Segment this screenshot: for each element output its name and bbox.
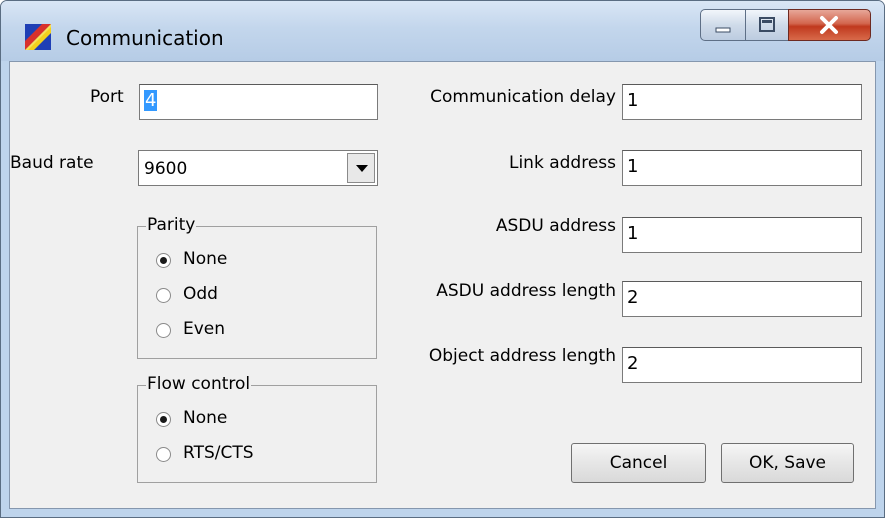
flow-control-legend: Flow control <box>146 374 252 394</box>
flow-rts-cts-radio[interactable]: RTS/CTS <box>156 443 356 469</box>
port-label: Port <box>90 87 124 107</box>
asdu-address-length-label: ASDU address length <box>436 281 616 301</box>
asdu-address-input[interactable]: 1 <box>622 217 862 253</box>
minimize-button[interactable] <box>700 9 746 41</box>
object-address-length-label: Object address length <box>428 346 616 366</box>
flow-rts-cts-label: RTS/CTS <box>183 443 254 463</box>
object-address-length-input[interactable]: 2 <box>622 347 862 383</box>
baud-rate-label: Baud rate <box>10 153 94 173</box>
parity-none-radio[interactable]: None <box>156 249 356 275</box>
parity-even-radio[interactable]: Even <box>156 319 356 345</box>
port-input[interactable]: 4 <box>139 84 378 120</box>
app-icon <box>25 24 51 50</box>
asdu-address-length-input[interactable]: 2 <box>622 281 862 317</box>
chevron-down-icon <box>356 165 368 172</box>
title-bar[interactable]: Communication <box>1 1 884 61</box>
ok-save-button[interactable]: OK, Save <box>721 443 854 483</box>
parity-none-label: None <box>183 249 228 269</box>
radio-selected-icon <box>156 412 171 427</box>
baud-rate-select[interactable]: 9600 <box>138 150 378 186</box>
parity-odd-label: Odd <box>183 284 218 304</box>
parity-odd-radio[interactable]: Odd <box>156 284 356 310</box>
maximize-button[interactable] <box>745 9 789 41</box>
link-address-label: Link address <box>508 153 616 173</box>
communication-delay-value: 1 <box>627 90 639 111</box>
cancel-button[interactable]: Cancel <box>571 443 706 483</box>
dialog-body: Port 4 Baud rate 9600 Parity None Odd Ev… <box>9 61 876 509</box>
radio-selected-icon <box>156 253 171 268</box>
asdu-address-label: ASDU address <box>495 216 616 236</box>
communication-window: Communication Port 4 Baud rate 9600 Pari… <box>0 0 885 518</box>
link-address-input[interactable]: 1 <box>622 150 862 186</box>
minimize-icon <box>715 27 731 33</box>
object-address-length-value: 2 <box>627 353 639 374</box>
flow-none-radio[interactable]: None <box>156 408 356 434</box>
flow-control-group: Flow control None RTS/CTS <box>137 374 377 483</box>
close-button[interactable] <box>788 9 871 41</box>
window-title: Communication <box>66 26 224 50</box>
flow-none-label: None <box>183 408 228 428</box>
port-value: 4 <box>144 90 158 111</box>
close-icon <box>820 16 838 34</box>
parity-legend: Parity <box>146 215 197 235</box>
radio-icon <box>156 288 171 303</box>
radio-icon <box>156 447 171 462</box>
parity-group: Parity None Odd Even <box>137 215 377 359</box>
dropdown-button[interactable] <box>347 153 375 183</box>
communication-delay-input[interactable]: 1 <box>622 84 862 120</box>
communication-delay-label: Communication delay <box>430 87 616 107</box>
baud-rate-value: 9600 <box>144 159 188 179</box>
radio-icon <box>156 323 171 338</box>
parity-even-label: Even <box>183 319 226 339</box>
link-address-value: 1 <box>627 156 639 177</box>
maximize-icon <box>759 17 775 32</box>
asdu-address-length-value: 2 <box>627 287 639 308</box>
asdu-address-value: 1 <box>627 223 639 244</box>
